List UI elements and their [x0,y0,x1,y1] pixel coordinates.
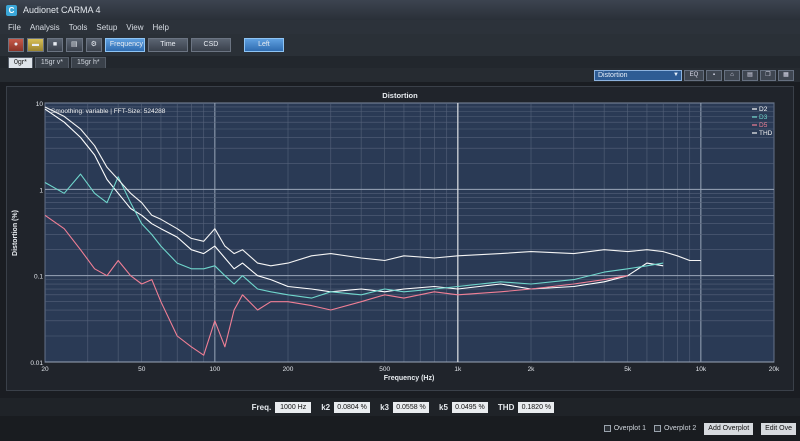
x-tick-label: 200 [283,366,294,373]
x-tick-label: 2k [528,366,536,373]
settings-icon[interactable]: ⚙ [85,38,102,52]
legend-entry-thd: THD [759,130,773,137]
menu-help[interactable]: Help [152,23,168,32]
folder-icon[interactable]: ▬ [27,38,44,52]
k3-value: 0.0558 % [393,401,429,413]
view-toolbar: Distortion ▼ EQ ▪ ⌂ ▤ ❐ ▦ [0,68,800,82]
mode-csd-button[interactable]: CSD [190,38,231,52]
chart-info: Smoothing: variable | FFT-Size: 524288 [51,108,166,115]
window-title: Audionet CARMA 4 [23,5,101,15]
k2-label: k2 [321,402,331,412]
edit-overplot-button[interactable]: Edit Ove [761,422,796,435]
distortion-chart[interactable]: Distortion 20 50 100 200 500 1k 2k 5k 10k 20k 0.0… [7,87,793,390]
legend-entry-d5: D5 [759,122,768,129]
copy-icon[interactable]: ❐ [760,69,776,81]
overplot2-label: Overplot 2 [663,425,697,432]
overplot-bar: Overplot 1 Overplot 2 Add Overplot Edit … [0,416,800,441]
x-axis-label: Frequency (Hz) [384,375,435,382]
x-tick-label: 5k [624,366,632,373]
chart-title: Distortion [382,91,418,100]
k2-value: 0.0804 % [334,401,371,413]
chevron-down-icon: ▼ [673,71,679,78]
legend-entry-d2: D2 [759,106,768,113]
add-overplot-button[interactable]: Add Overplot [704,422,754,435]
export-icon[interactable]: ▦ [778,69,794,81]
menu-file[interactable]: File [8,23,21,32]
x-tick-label: 100 [209,366,220,373]
freq-label: Freq. [251,402,272,412]
y-axis-label: Distortion (%) [12,210,19,256]
carma-app-icon: C [6,4,17,16]
mode-frequency-button[interactable]: Frequency [104,38,145,52]
x-tick-label: 50 [138,366,146,373]
mode-time-button[interactable]: Time [147,38,188,52]
legend-entry-d3: D3 [759,114,768,121]
thd-value: 0.1820 % [518,401,555,413]
y-tick-label: 0.01 [30,360,43,367]
menu-analysis[interactable]: Analysis [30,23,60,32]
print-icon[interactable]: ▤ [66,38,83,52]
k5-value: 0.0495 % [451,401,488,413]
menu-view[interactable]: View [126,23,143,32]
title-bar: C Audionet CARMA 4 [0,0,800,20]
print-chart-icon[interactable]: ▤ [742,69,758,81]
channel-left-button[interactable]: Left [243,38,284,52]
x-tick-label: 20 [41,366,49,373]
eq-button[interactable]: EQ [684,69,704,81]
measurement-tabs: 0gr* 15gr v* 15gr h* [0,56,800,68]
menu-setup[interactable]: Setup [96,23,117,32]
save-icon[interactable]: ■ [47,38,63,52]
checkbox-icon [603,425,611,432]
checkbox-icon [653,425,661,432]
y-tick-label: 0.1 [34,274,43,281]
tab-measurement-1[interactable]: 0gr* [8,57,33,68]
home-icon[interactable]: ⌂ [724,69,740,81]
zoom-icon[interactable]: ▪ [706,69,722,81]
overplot2-checkbox[interactable]: Overplot 2 [653,425,697,432]
menu-bar: File Analysis Tools Setup View Help [0,20,800,34]
plot-area [44,102,775,363]
x-tick-label: 500 [379,366,390,373]
menu-tools[interactable]: Tools [69,23,88,32]
k5-label: k5 [439,402,448,412]
freq-value[interactable]: 1000 Hz [275,401,312,413]
x-tick-label: 20k [769,366,780,373]
y-tick-label: 10 [36,101,44,108]
tab-measurement-3[interactable]: 15gr h* [71,57,106,68]
distortion-chart-panel: Distortion 20 50 100 200 500 1k 2k 5k 10k 20k 0.0… [6,86,794,391]
thd-label: THD [497,402,515,412]
tab-measurement-2[interactable]: 15gr v* [34,57,70,68]
y-tick-label: 1 [39,187,43,194]
status-readout: Freq. 1000 Hz k2 0.0804 % k3 0.0558 % k5… [0,398,800,416]
x-tick-label: 1k [454,366,462,373]
toolbar: ● ▬ ■ ▤ ⚙ Frequency Time CSD Left [0,34,800,56]
view-select[interactable]: Distortion ▼ [594,69,682,81]
record-icon[interactable]: ● [8,38,24,52]
overplot1-checkbox[interactable]: Overplot 1 [603,425,646,432]
overplot1-label: Overplot 1 [613,425,646,432]
x-tick-label: 10k [696,366,707,373]
view-select-value: Distortion [598,71,628,79]
k3-label: k3 [380,402,389,412]
